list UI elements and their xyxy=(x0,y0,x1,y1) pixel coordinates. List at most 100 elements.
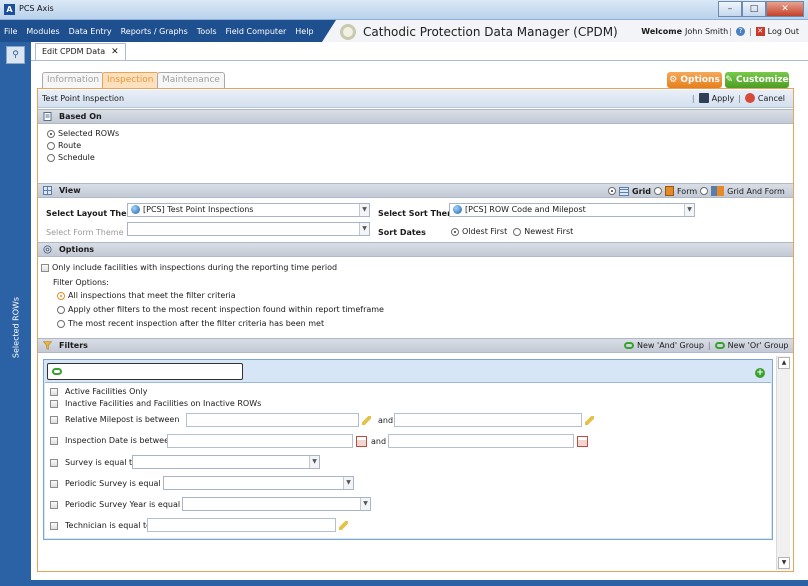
pencil-icon[interactable] xyxy=(339,521,348,530)
or-group-icon xyxy=(714,342,725,349)
view-grid-radio[interactable] xyxy=(608,187,616,195)
minimize-button[interactable]: – xyxy=(718,1,742,17)
calendar-icon[interactable] xyxy=(356,436,367,447)
new-or-group-button[interactable]: New 'Or' Group xyxy=(728,341,789,350)
date-to-input[interactable] xyxy=(388,434,574,448)
menu-tools[interactable]: Tools xyxy=(197,27,217,36)
chevron-down-icon: ▼ xyxy=(359,204,369,216)
cancel-button[interactable]: Cancel xyxy=(758,94,785,103)
close-tab-icon[interactable]: ✕ xyxy=(111,44,119,60)
milepost-from-input[interactable] xyxy=(186,413,359,427)
view-form-radio[interactable] xyxy=(653,187,662,195)
apply-button[interactable]: Apply xyxy=(712,94,735,103)
tab-information[interactable]: Information xyxy=(42,72,105,88)
calendar-icon[interactable] xyxy=(577,436,588,447)
options-section-header[interactable]: Options xyxy=(38,242,793,257)
save-icon xyxy=(698,93,709,103)
document-icon xyxy=(43,112,52,121)
help-icon[interactable]: ? xyxy=(735,27,745,36)
wrench-icon: ✎ xyxy=(725,75,736,85)
sort-dates-options: Oldest First Newest First xyxy=(451,227,573,236)
filter-group-field[interactable] xyxy=(47,363,243,380)
add-filter-icon[interactable]: + xyxy=(755,368,765,378)
funnel-icon xyxy=(43,341,52,350)
user-name: John Smith xyxy=(685,27,729,36)
view-grid-and-form-radio[interactable] xyxy=(700,187,709,195)
sort-theme-select[interactable]: [PCS] ROW Code and Milepost ▼ xyxy=(449,203,695,217)
logout-link[interactable]: Log Out xyxy=(768,27,799,36)
search-icon[interactable]: ⚲ xyxy=(6,46,25,64)
tab-maintenance[interactable]: Maintenance xyxy=(157,72,225,88)
based-on-route[interactable]: Route xyxy=(47,141,81,150)
maximize-button[interactable]: □ xyxy=(742,1,766,17)
new-and-group-button[interactable]: New 'And' Group xyxy=(637,341,704,350)
survey-select[interactable]: ▼ xyxy=(132,455,320,469)
filters-scrollbar[interactable]: ▲ ▼ xyxy=(776,356,790,570)
view-grid-icon xyxy=(43,186,52,195)
view-mode-options: Grid Form Grid And Form xyxy=(608,186,785,196)
panel-header: Test Point Inspection | Apply | Cancel xyxy=(38,90,793,108)
newest-first-radio[interactable] xyxy=(513,227,522,236)
menu-help[interactable]: Help xyxy=(295,27,313,36)
window-titlebar: A PCS Axis – □ ✕ xyxy=(0,0,808,20)
filter-periodic-survey[interactable]: Periodic Survey is equal to xyxy=(50,479,171,488)
window-title: PCS Axis xyxy=(19,4,54,13)
milepost-to-input[interactable] xyxy=(394,413,582,427)
filter-relative-milepost[interactable]: Relative Milepost is between xyxy=(50,415,179,424)
filter-active-facilities[interactable]: Active Facilities Only xyxy=(50,387,147,396)
cpdm-logo-icon xyxy=(340,24,356,40)
customize-button[interactable]: ✎ Customize xyxy=(725,72,789,88)
chevron-down-icon: ▼ xyxy=(360,498,370,510)
filter-periodic-survey-year[interactable]: Periodic Survey Year is equal to xyxy=(50,500,191,509)
form-icon xyxy=(664,186,674,196)
filter-option-all[interactable]: All inspections that meet the filter cri… xyxy=(57,291,236,300)
only-include-checkbox[interactable]: Only include facilities with inspections… xyxy=(41,263,337,272)
filter-inactive-facilities[interactable]: Inactive Facilities and Facilities on In… xyxy=(50,399,261,408)
menu-reports-graphs[interactable]: Reports / Graphs xyxy=(121,27,188,36)
globe-icon xyxy=(131,205,140,214)
pencil-icon[interactable] xyxy=(362,416,371,425)
menu-field-computer[interactable]: Field Computer xyxy=(226,27,287,36)
app-module-title: Cathodic Protection Data Manager (CPDM) xyxy=(363,25,618,39)
date-from-input[interactable] xyxy=(167,434,353,448)
welcome-label: Welcome xyxy=(641,27,682,36)
grid-icon xyxy=(619,186,629,196)
filter-inspection-date[interactable]: Inspection Date is between xyxy=(50,436,174,445)
based-on-schedule[interactable]: Schedule xyxy=(47,153,95,162)
periodic-survey-select[interactable]: ▼ xyxy=(163,476,354,490)
form-theme-label: Select Form Theme xyxy=(46,228,124,237)
and-label: and xyxy=(378,416,394,425)
tab-label: Edit CPDM Data xyxy=(42,47,106,56)
oldest-first-radio[interactable] xyxy=(451,227,459,236)
filter-survey[interactable]: Survey is equal to xyxy=(50,458,137,467)
tab-inspection[interactable]: Inspection xyxy=(102,72,159,88)
pencil-icon[interactable] xyxy=(585,416,594,425)
filter-group-actions: New 'And' Group | New 'Or' Group xyxy=(624,341,789,350)
selected-rows-toggle[interactable]: Selected ROWs xyxy=(9,290,23,370)
grid-and-form-icon xyxy=(711,186,725,196)
layout-theme-select[interactable]: [PCS] Test Point Inspections ▼ xyxy=(127,203,370,217)
menu-file[interactable]: File xyxy=(4,27,17,36)
form-theme-select[interactable]: ▼ xyxy=(127,222,370,236)
filter-technician[interactable]: Technician is equal to xyxy=(50,521,151,530)
chevron-down-icon: ▼ xyxy=(684,204,694,216)
filter-option-most-recent[interactable]: The most recent inspection after the fil… xyxy=(57,319,324,328)
scroll-down-icon[interactable]: ▼ xyxy=(778,557,790,569)
scroll-up-icon[interactable]: ▲ xyxy=(778,357,790,369)
panel-title: Test Point Inspection xyxy=(42,94,125,103)
chevron-down-icon: ▼ xyxy=(309,456,319,468)
filter-option-apply-other[interactable]: Apply other filters to the most recent i… xyxy=(57,305,384,314)
technician-input[interactable] xyxy=(147,518,336,532)
menu-modules[interactable]: Modules xyxy=(26,27,59,36)
app-icon: A xyxy=(4,4,15,15)
logout-icon[interactable]: ✕ xyxy=(755,27,765,36)
and-group-icon xyxy=(52,368,62,375)
tab-edit-cpdm-data[interactable]: Edit CPDM Data ✕ xyxy=(35,43,126,60)
periodic-survey-year-select[interactable]: ▼ xyxy=(182,497,371,511)
based-on-section-header[interactable]: Based On xyxy=(38,109,793,124)
based-on-selected-rows[interactable]: Selected ROWs xyxy=(47,129,119,138)
globe-icon xyxy=(453,205,462,214)
menu-data-entry[interactable]: Data Entry xyxy=(69,27,112,36)
close-window-button[interactable]: ✕ xyxy=(766,1,804,17)
options-button[interactable]: ⚙ Options xyxy=(667,72,722,88)
